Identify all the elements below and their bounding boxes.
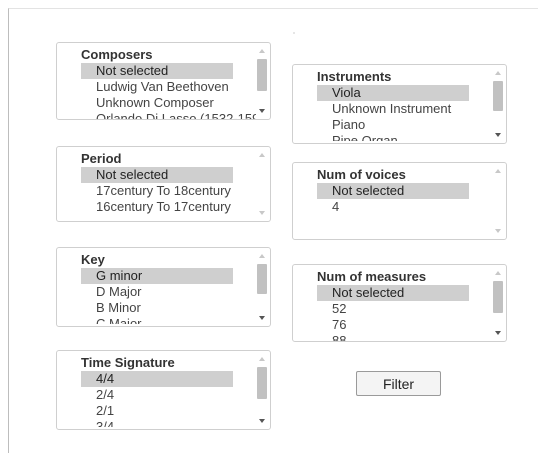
period-option[interactable]: Not selected xyxy=(81,167,233,183)
num-voices-option[interactable]: Not selected xyxy=(317,183,469,199)
num-measures-listbox[interactable]: Num of measures Not selected 52 76 88 xyxy=(292,264,507,342)
period-option[interactable]: 16century To 17century xyxy=(81,199,256,215)
composers-option[interactable]: Orlando Di Lasso (1532-1594) xyxy=(81,111,256,119)
time-signature-scrollbar[interactable] xyxy=(256,353,268,427)
composers-scrollbar[interactable] xyxy=(256,45,268,117)
num-measures-scrollbar[interactable] xyxy=(492,267,504,339)
period-scrollbar[interactable] xyxy=(256,149,268,219)
scroll-up-icon[interactable] xyxy=(259,49,265,53)
key-option[interactable]: D Major xyxy=(81,284,256,300)
period-title: Period xyxy=(81,151,122,166)
period-listbox[interactable]: Period Not selected 17century To 18centu… xyxy=(56,146,271,222)
key-option[interactable]: G minor xyxy=(81,268,233,284)
composers-option[interactable]: Ludwig Van Beethoven xyxy=(81,79,256,95)
instruments-option[interactable]: Viola xyxy=(317,85,469,101)
key-title: Key xyxy=(81,252,105,267)
composers-title: Composers xyxy=(81,47,153,62)
scroll-up-icon[interactable] xyxy=(259,254,265,258)
scroll-thumb[interactable] xyxy=(257,264,267,294)
instruments-listbox[interactable]: Instruments Viola Unknown Instrument Pia… xyxy=(292,64,507,144)
filter-button[interactable]: Filter xyxy=(356,371,441,396)
instruments-option[interactable]: Piano xyxy=(317,117,492,133)
time-signature-option[interactable]: 4/4 xyxy=(81,371,233,387)
instruments-option[interactable]: Pipe Organ xyxy=(317,133,492,141)
scroll-down-icon[interactable] xyxy=(495,229,501,233)
scroll-down-icon[interactable] xyxy=(259,419,265,423)
scroll-down-icon[interactable] xyxy=(495,331,501,335)
scroll-down-icon[interactable] xyxy=(259,211,265,215)
num-measures-option[interactable]: 52 xyxy=(317,301,492,317)
decorative-dot xyxy=(293,32,295,34)
time-signature-option[interactable]: 2/1 xyxy=(81,403,256,419)
num-voices-title: Num of voices xyxy=(317,167,406,182)
instruments-title: Instruments xyxy=(317,69,392,84)
scroll-up-icon[interactable] xyxy=(495,271,501,275)
scroll-down-icon[interactable] xyxy=(259,109,265,113)
scroll-up-icon[interactable] xyxy=(495,71,501,75)
scroll-down-icon[interactable] xyxy=(495,133,501,137)
num-voices-scrollbar[interactable] xyxy=(492,165,504,237)
num-voices-listbox[interactable]: Num of voices Not selected 4 xyxy=(292,162,507,240)
instruments-scrollbar[interactable] xyxy=(492,67,504,141)
composers-listbox[interactable]: Composers Not selected Ludwig Van Beetho… xyxy=(56,42,271,120)
composers-option[interactable]: Unknown Composer xyxy=(81,95,256,111)
time-signature-title: Time Signature xyxy=(81,355,175,370)
num-measures-option[interactable]: Not selected xyxy=(317,285,469,301)
num-measures-option[interactable]: 76 xyxy=(317,317,492,333)
scroll-thumb[interactable] xyxy=(257,59,267,91)
scroll-thumb[interactable] xyxy=(257,367,267,399)
scroll-up-icon[interactable] xyxy=(495,169,501,173)
num-measures-option[interactable]: 88 xyxy=(317,333,492,341)
scroll-thumb[interactable] xyxy=(493,81,503,111)
num-measures-title: Num of measures xyxy=(317,269,427,284)
key-scrollbar[interactable] xyxy=(256,250,268,324)
instruments-option[interactable]: Unknown Instrument xyxy=(317,101,492,117)
composers-option[interactable]: Not selected xyxy=(81,63,233,79)
key-option[interactable]: C Major xyxy=(81,316,256,324)
scroll-thumb[interactable] xyxy=(493,281,503,313)
scroll-up-icon[interactable] xyxy=(259,357,265,361)
time-signature-option[interactable]: 3/4 xyxy=(81,419,256,427)
time-signature-option[interactable]: 2/4 xyxy=(81,387,256,403)
time-signature-listbox[interactable]: Time Signature 4/4 2/4 2/1 3/4 xyxy=(56,350,271,430)
num-voices-option[interactable]: 4 xyxy=(317,199,492,215)
scroll-down-icon[interactable] xyxy=(259,316,265,320)
key-option[interactable]: B Minor xyxy=(81,300,256,316)
period-option[interactable]: 17century To 18century xyxy=(81,183,256,199)
scroll-up-icon[interactable] xyxy=(259,153,265,157)
key-listbox[interactable]: Key G minor D Major B Minor C Major xyxy=(56,247,271,327)
